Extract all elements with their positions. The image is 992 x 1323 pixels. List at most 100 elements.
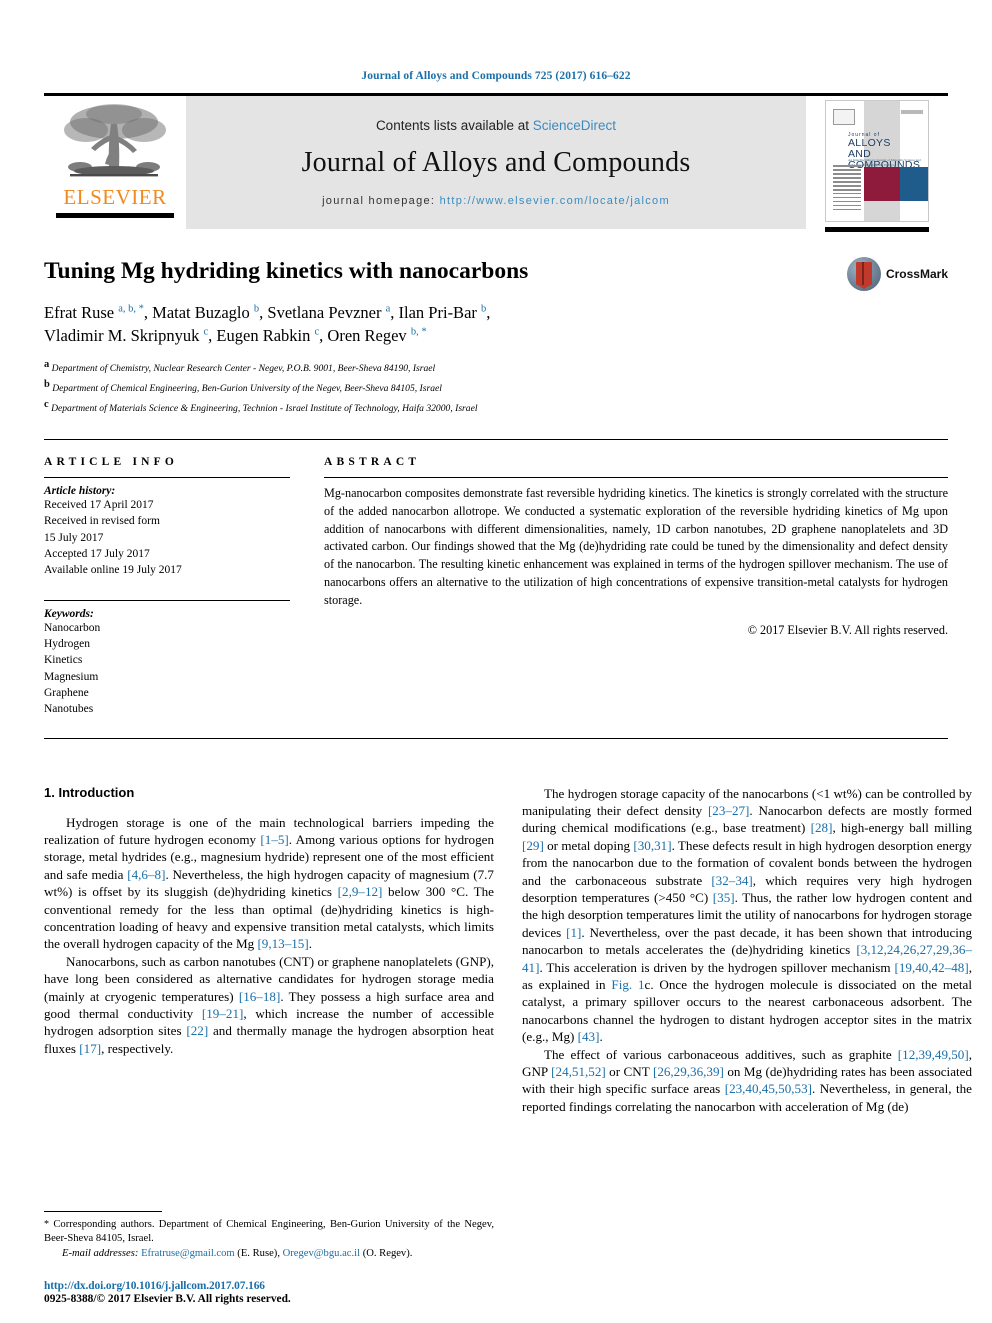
email-owner-1: (E. Ruse),	[234, 1247, 283, 1259]
title-block: CrossMark Tuning Mg hydriding kinetics w…	[44, 257, 948, 417]
author-5: Vladimir M. Skripnyuk	[44, 326, 204, 346]
citation-link[interactable]: [19,40,42–48]	[895, 960, 969, 975]
citation-link[interactable]: [35]	[713, 890, 735, 905]
affiliation-a: a Department of Chemistry, Nuclear Resea…	[44, 357, 948, 377]
paragraph: Hydrogen storage is one of the main tech…	[44, 814, 494, 953]
affiliation-a-mark: a	[44, 358, 50, 370]
elsevier-wordmark: ELSEVIER	[63, 185, 167, 209]
body-column-right: The hydrogen storage capacity of the nan…	[522, 785, 972, 1116]
email-label: E-mail addresses:	[62, 1247, 139, 1259]
info-section-bottom-rule	[44, 737, 948, 739]
info-abstract-area: ARTICLE INFO Article history: Received 1…	[44, 456, 948, 718]
citation-link[interactable]: [43]	[578, 1029, 600, 1044]
history-revised-date: 15 July 2017	[44, 531, 104, 544]
keyword-5: Graphene	[44, 686, 89, 699]
paragraph-text: . This acceleration is driven by the hyd…	[539, 959, 895, 975]
citation-link[interactable]: [1–5]	[260, 832, 288, 847]
issn-copyright-line: 0925-8388/© 2017 Elsevier B.V. All right…	[44, 1293, 291, 1305]
corresponding-author-note: * Corresponding authors. Department of C…	[44, 1218, 494, 1247]
affiliation-b-mark: b	[44, 378, 50, 390]
history-online: Available online 19 July 2017	[44, 564, 182, 577]
email-owner-2: (O. Regev).	[360, 1247, 413, 1259]
info-section-top-rule	[44, 438, 948, 440]
abstract-column: ABSTRACT Mg-nanocarbon composites demons…	[324, 456, 948, 718]
footnote-rule	[44, 1210, 162, 1212]
keyword-4: Magnesium	[44, 670, 99, 683]
paragraph: The effect of various carbonaceous addit…	[522, 1046, 972, 1116]
paragraph-text: .	[308, 936, 312, 952]
crossmark-badge[interactable]: CrossMark	[846, 257, 948, 291]
elsevier-logo-block: ELSEVIER	[44, 96, 186, 229]
citation-link[interactable]: [4,6–8]	[127, 867, 165, 882]
affiliation-c-text: Department of Materials Science & Engine…	[51, 403, 478, 415]
homepage-label: journal homepage:	[322, 195, 440, 207]
crossmark-icon	[846, 257, 881, 291]
affiliation-list: a Department of Chemistry, Nuclear Resea…	[44, 357, 948, 417]
cover-text-lines	[833, 165, 861, 213]
cover-corner-mark	[901, 110, 923, 114]
journal-title: Journal of Alloys and Compounds	[301, 147, 691, 178]
paragraph-text: .	[599, 1029, 603, 1045]
sciencedirect-link[interactable]: ScienceDirect	[533, 118, 616, 133]
page-title: Tuning Mg hydriding kinetics with nanoca…	[44, 258, 529, 284]
keyword-3: Kinetics	[44, 654, 83, 667]
homepage-url-link[interactable]: http://www.elsevier.com/locate/jalcom	[440, 195, 670, 207]
cover-underbar	[825, 227, 929, 232]
citation-link[interactable]: [9,13–15]	[257, 936, 308, 951]
affiliation-b-text: Department of Chemical Engineering, Ben-…	[52, 383, 442, 394]
citation-link[interactable]: [17]	[79, 1041, 101, 1056]
contents-available-line: Contents lists available at ScienceDirec…	[376, 118, 616, 133]
author-1: Efrat Ruse	[44, 302, 119, 322]
doi-link[interactable]: http://dx.doi.org/10.1016/j.jallcom.2017…	[44, 1280, 494, 1292]
author-7-affil-marks[interactable]: b, *	[411, 327, 427, 338]
corresponding-text: Corresponding authors. Department of Che…	[44, 1218, 494, 1245]
body-column-left: 1. Introduction Hydrogen storage is one …	[44, 785, 494, 1116]
citation-link[interactable]: [32–34]	[711, 873, 752, 888]
author-line1-comma: ,	[486, 302, 491, 322]
citation-link[interactable]: [28]	[811, 820, 833, 835]
affiliation-c-mark: c	[44, 398, 49, 410]
cover-red-block	[864, 167, 900, 201]
citation-link[interactable]: [19–21]	[202, 1006, 243, 1021]
cover-logo-box	[833, 109, 855, 125]
history-received: Received 17 April 2017	[44, 498, 154, 511]
citation-link[interactable]: [16–18]	[239, 989, 280, 1004]
citation-link[interactable]: [22]	[186, 1023, 208, 1038]
keyword-1: Nanocarbon	[44, 621, 101, 634]
crossmark-label: CrossMark	[885, 267, 948, 281]
author-1-affil-marks[interactable]: a, b, *	[118, 303, 144, 314]
history-accepted: Accepted 17 July 2017	[44, 547, 150, 560]
author-list: Efrat Ruse a, b, *, Matat Buzaglo b, Sve…	[44, 301, 764, 348]
citation-link[interactable]: [23,40,45,50,53]	[725, 1081, 812, 1096]
article-info-rule	[44, 476, 290, 478]
colophon-block: http://dx.doi.org/10.1016/j.jallcom.2017…	[44, 1280, 494, 1305]
citation-link[interactable]: [29]	[522, 838, 544, 853]
citation-link[interactable]: [2,9–12]	[338, 884, 383, 899]
email-link-2[interactable]: Oregev@bgu.ac.il	[283, 1248, 360, 1259]
citation-link[interactable]: Fig. 1	[611, 977, 644, 992]
contents-prefix: Contents lists available at	[375, 118, 533, 133]
citation-link[interactable]: [26,29,36,39]	[653, 1064, 724, 1079]
citation-link[interactable]: [1]	[566, 925, 581, 940]
body-columns: 1. Introduction Hydrogen storage is one …	[44, 785, 972, 1116]
paragraph-text: , high-energy ball milling	[832, 820, 972, 836]
abstract-heading: ABSTRACT	[324, 455, 421, 468]
journal-homepage-line: journal homepage: http://www.elsevier.co…	[322, 195, 670, 207]
citation-link[interactable]: [12,39,49,50]	[898, 1047, 969, 1062]
article-info-column: ARTICLE INFO Article history: Received 1…	[44, 456, 290, 718]
email-link-1[interactable]: Efratruse@gmail.com	[141, 1248, 235, 1259]
affiliation-b: b Department of Chemical Engineering, Be…	[44, 377, 948, 397]
affiliation-a-text: Department of Chemistry, Nuclear Researc…	[51, 362, 436, 374]
elsevier-tree-icon	[64, 104, 166, 177]
masthead-center: Contents lists available at ScienceDirec…	[186, 96, 806, 229]
email-note: E-mail addresses: Efratruse@gmail.com (E…	[44, 1247, 494, 1261]
citation-link[interactable]: [24,51,52]	[551, 1064, 606, 1079]
citation-link[interactable]: [30,31]	[633, 838, 671, 853]
citation-link[interactable]: [23–27]	[708, 803, 749, 818]
running-head: Journal of Alloys and Compounds 725 (201…	[361, 70, 631, 82]
article-history-label: Article history:	[44, 484, 116, 497]
author-4: , Ilan Pri-Bar	[390, 302, 482, 322]
paper-page: Journal of Alloys and Compounds 725 (201…	[0, 0, 992, 1323]
keywords-label: Keywords:	[44, 607, 94, 620]
